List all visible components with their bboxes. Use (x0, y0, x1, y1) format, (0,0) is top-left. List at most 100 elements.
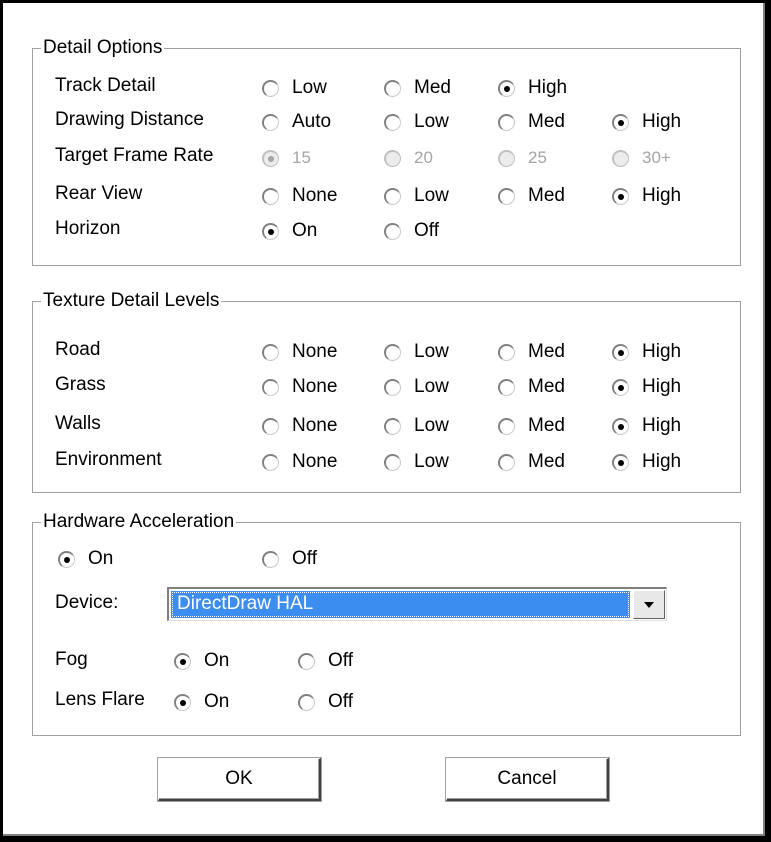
device-label: Device: (55, 592, 119, 613)
radio-circle (262, 113, 279, 131)
ok-button[interactable]: OK (158, 758, 321, 801)
track-detail-high-radio[interactable]: High (498, 75, 567, 101)
grass-low-radio[interactable]: Low (384, 374, 449, 400)
hardware-acceleration-title: Hardware Acceleration (41, 511, 237, 533)
radio-circle (612, 378, 629, 396)
radio-circle (498, 79, 515, 97)
radio-circle (612, 343, 629, 361)
radio-circle (384, 79, 401, 97)
graphics-settings-dialog: Detail Options Track Detail Low Med High… (3, 3, 765, 836)
horizon-label: Horizon (55, 218, 121, 239)
environment-med-radio[interactable]: Med (498, 449, 565, 475)
grass-none-radio[interactable]: None (262, 374, 337, 400)
radio-circle (498, 187, 515, 205)
track-detail-label: Track Detail (55, 75, 156, 96)
texture-detail-title: Texture Detail Levels (41, 290, 222, 312)
road-none-radio[interactable]: None (262, 339, 337, 365)
device-dropdown[interactable]: DirectDraw HAL (167, 587, 667, 621)
rear-view-none-radio[interactable]: None (262, 183, 337, 209)
drawing-distance-high-radio[interactable]: High (612, 109, 681, 135)
walls-label: Walls (55, 413, 101, 434)
radio-circle (262, 550, 279, 568)
road-med-radio[interactable]: Med (498, 339, 565, 365)
grass-high-radio[interactable]: High (612, 374, 681, 400)
road-label: Road (55, 339, 101, 360)
grass-label: Grass (55, 374, 106, 395)
radio-circle (384, 222, 401, 240)
radio-circle (174, 652, 191, 670)
rear-view-high-radio[interactable]: High (612, 183, 681, 209)
radio-circle (384, 187, 401, 205)
radio-circle (498, 378, 515, 396)
radio-circle (174, 693, 191, 711)
rear-view-med-radio[interactable]: Med (498, 183, 565, 209)
radio-circle (384, 149, 401, 167)
radio-circle (612, 453, 629, 471)
radio-circle (262, 378, 279, 396)
radio-circle (262, 417, 279, 435)
radio-circle (498, 417, 515, 435)
lens-flare-on-radio[interactable]: On (174, 689, 229, 715)
rear-view-low-radio[interactable]: Low (384, 183, 449, 209)
hw-accel-on-radio[interactable]: On (58, 546, 113, 572)
walls-low-radio[interactable]: Low (384, 413, 449, 439)
grass-med-radio[interactable]: Med (498, 374, 565, 400)
frame-rate-20-radio: 20 (384, 145, 433, 171)
walls-none-radio[interactable]: None (262, 413, 337, 439)
radio-circle (384, 378, 401, 396)
fog-off-radio[interactable]: Off (298, 648, 353, 674)
radio-circle (298, 652, 315, 670)
radio-circle (58, 550, 75, 568)
horizon-off-radio[interactable]: Off (384, 218, 439, 244)
road-low-radio[interactable]: Low (384, 339, 449, 365)
radio-circle (262, 222, 279, 240)
fog-label: Fog (55, 649, 88, 670)
frame-rate-25-radio: 25 (498, 145, 547, 171)
radio-circle (612, 187, 629, 205)
rear-view-label: Rear View (55, 183, 143, 204)
drawing-distance-low-radio[interactable]: Low (384, 109, 449, 135)
device-selected-value: DirectDraw HAL (171, 591, 630, 618)
radio-circle (298, 693, 315, 711)
environment-high-radio[interactable]: High (612, 449, 681, 475)
radio-circle (384, 453, 401, 471)
dropdown-arrow-button[interactable] (633, 590, 665, 619)
frame-rate-30plus-radio: 30+ (612, 145, 671, 171)
radio-circle (384, 417, 401, 435)
radio-circle (262, 187, 279, 205)
radio-circle (262, 79, 279, 97)
drawing-distance-med-radio[interactable]: Med (498, 109, 565, 135)
cancel-button[interactable]: Cancel (446, 758, 609, 801)
radio-circle (262, 343, 279, 361)
radio-circle (612, 149, 629, 167)
chevron-down-icon (644, 601, 654, 608)
hw-accel-off-radio[interactable]: Off (262, 546, 317, 572)
radio-circle (498, 453, 515, 471)
track-detail-med-radio[interactable]: Med (384, 75, 451, 101)
fog-on-radio[interactable]: On (174, 648, 229, 674)
radio-circle (498, 113, 515, 131)
walls-high-radio[interactable]: High (612, 413, 681, 439)
lens-flare-label: Lens Flare (55, 689, 145, 710)
lens-flare-off-radio[interactable]: Off (298, 689, 353, 715)
radio-circle (612, 417, 629, 435)
radio-circle (262, 453, 279, 471)
road-high-radio[interactable]: High (612, 339, 681, 365)
environment-low-radio[interactable]: Low (384, 449, 449, 475)
track-detail-low-radio[interactable]: Low (262, 75, 327, 101)
drawing-distance-label: Drawing Distance (55, 109, 204, 130)
radio-circle (498, 343, 515, 361)
environment-label: Environment (55, 449, 162, 470)
radio-circle (498, 149, 515, 167)
radio-circle (384, 113, 401, 131)
horizon-on-radio[interactable]: On (262, 218, 317, 244)
radio-circle (262, 149, 279, 167)
drawing-distance-auto-radio[interactable]: Auto (262, 109, 331, 135)
radio-circle (612, 113, 629, 131)
environment-none-radio[interactable]: None (262, 449, 337, 475)
detail-options-title: Detail Options (41, 37, 165, 59)
walls-med-radio[interactable]: Med (498, 413, 565, 439)
radio-circle (384, 343, 401, 361)
frame-rate-15-radio: 15 (262, 145, 311, 171)
target-frame-rate-label: Target Frame Rate (55, 145, 214, 166)
